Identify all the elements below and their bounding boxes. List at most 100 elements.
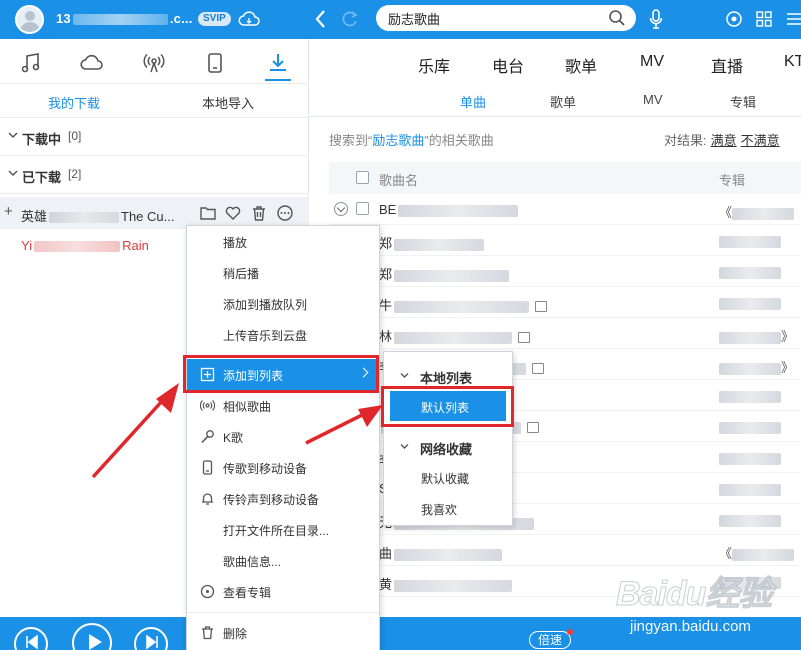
feedback-satisfied-link[interactable]: 满意 <box>711 133 737 148</box>
menu-item-similar-songs[interactable]: 相似歌曲 <box>187 390 379 421</box>
back-icon[interactable] <box>312 8 330 30</box>
section-downloaded[interactable]: 已下载 [2] <box>0 156 309 194</box>
table-row[interactable]: 郑 <box>329 256 801 287</box>
context-menu: 播放 稍后播 添加到播放队列 上传音乐到云盘 添加到列表 相似歌曲 K歌 传歌到… <box>186 225 380 650</box>
cloud-icon[interactable] <box>80 51 104 75</box>
song-title-lead: 黄 <box>379 577 393 592</box>
menu-item-open-file-location[interactable]: 打开文件所在目录... <box>187 514 379 545</box>
submenu-item-my-likes[interactable]: 我喜欢 <box>384 493 512 523</box>
highlight-frame-default-list <box>381 386 514 427</box>
menu-icon[interactable] <box>784 9 801 29</box>
menu-item-song-info[interactable]: 歌曲信息... <box>187 545 379 576</box>
svip-badge[interactable]: SVIP <box>198 12 231 26</box>
menu-item-play[interactable]: 播放 <box>187 226 379 257</box>
album-cell[interactable]: 》 <box>719 357 794 376</box>
expand-row-icon[interactable] <box>334 202 348 216</box>
album-cell[interactable] <box>719 450 781 465</box>
song-title-lead: 郑 <box>379 236 393 251</box>
select-all-checkbox[interactable] <box>356 171 369 184</box>
top-bar: 13 .c... SVIP <box>0 0 801 39</box>
section-count: [0] <box>68 129 82 143</box>
blurred-text <box>719 483 781 496</box>
search-input[interactable] <box>388 9 598 27</box>
album-cell[interactable]: 《 <box>719 202 795 221</box>
table-row[interactable]: BE 《 <box>329 194 801 225</box>
radio-broadcast-icon[interactable] <box>142 51 166 75</box>
album-cell[interactable] <box>719 264 781 279</box>
mic-icon[interactable] <box>648 8 664 30</box>
album-cell[interactable]: 》 <box>719 326 794 345</box>
menu-item-label: 传铃声到移动设备 <box>223 493 320 507</box>
trash-icon[interactable] <box>250 204 268 222</box>
result-keyword: 励志歌曲 <box>372 133 425 148</box>
mv-icon[interactable] <box>535 301 548 313</box>
search-icon[interactable] <box>608 9 626 27</box>
section-downloading[interactable]: 下载中 [0] <box>0 118 309 156</box>
more-icon[interactable] <box>276 204 294 222</box>
folder-icon[interactable] <box>199 204 217 222</box>
row-checkbox[interactable] <box>356 202 369 215</box>
album-cell[interactable]: 《 <box>719 543 795 562</box>
menu-item-upload-to-cloud[interactable]: 上传音乐到云盘 <box>187 319 379 350</box>
mv-icon[interactable] <box>532 363 545 375</box>
subtab-mv[interactable]: MV <box>643 92 663 107</box>
subtab-songs[interactable]: 单曲 <box>460 92 486 111</box>
tab-playlists[interactable]: 歌单 <box>565 53 597 77</box>
submenu-group-online-favorites[interactable]: 网络收藏 <box>384 431 512 461</box>
tab-ktv[interactable]: KT <box>784 53 801 71</box>
download-icon[interactable] <box>266 51 290 75</box>
table-row[interactable]: 林》 <box>329 318 801 349</box>
menu-item-view-album[interactable]: 查看专辑 <box>187 576 379 607</box>
menu-item-karaoke[interactable]: K歌 <box>187 421 379 452</box>
song-title-prefix: Yi <box>21 238 33 253</box>
active-tab-indicator <box>265 79 291 81</box>
mv-icon[interactable] <box>518 332 531 344</box>
tab-live[interactable]: 直播 <box>711 53 743 77</box>
song-title-prefix: 英雄 <box>21 209 48 224</box>
menu-item-send-song-to-device[interactable]: 传歌到移动设备 <box>187 452 379 483</box>
album-cell[interactable] <box>719 481 781 496</box>
feedback-unsatisfied-link[interactable]: 不满意 <box>741 133 780 148</box>
cloud-sync-icon[interactable] <box>238 10 260 28</box>
next-button[interactable] <box>134 627 168 650</box>
menu-item-add-to-queue[interactable]: 添加到播放队列 <box>187 288 379 319</box>
record-icon[interactable] <box>724 9 744 29</box>
tab-mv[interactable]: MV <box>640 53 664 71</box>
add-icon[interactable]: + <box>4 204 13 219</box>
blurred-text <box>719 331 781 344</box>
menu-item-delete[interactable]: 删除 <box>187 617 379 648</box>
tab-library[interactable]: 乐库 <box>418 53 450 77</box>
album-cell[interactable] <box>719 233 781 248</box>
mobile-device-icon[interactable] <box>203 51 227 75</box>
table-row[interactable]: 郑 <box>329 225 801 256</box>
play-button[interactable] <box>72 623 112 650</box>
table-row[interactable]: 曲《 <box>329 535 801 566</box>
subtab-playlists[interactable]: 歌单 <box>550 92 576 111</box>
tab-local-import[interactable]: 本地导入 <box>202 93 254 112</box>
username[interactable]: 13 .c... <box>56 11 193 26</box>
previous-button[interactable] <box>14 627 48 650</box>
table-row[interactable]: 牛 <box>329 287 801 318</box>
song-title-lead: 牛 <box>379 298 393 313</box>
section-title: 已下载 <box>22 170 62 185</box>
album-cell[interactable] <box>719 388 781 403</box>
subtab-albums[interactable]: 专辑 <box>730 92 756 111</box>
column-album: 专辑 <box>719 173 746 188</box>
refresh-icon[interactable] <box>340 9 360 29</box>
submenu-item-default-favorites[interactable]: 默认收藏 <box>384 462 512 492</box>
music-note-icon[interactable] <box>19 51 43 75</box>
tab-my-downloads[interactable]: 我的下载 <box>48 93 100 112</box>
album-cell[interactable] <box>719 419 781 434</box>
apps-grid-icon[interactable] <box>754 9 774 29</box>
blurred-text <box>732 548 795 561</box>
tab-radio[interactable]: 电台 <box>492 53 524 77</box>
mv-icon[interactable] <box>527 422 539 434</box>
album-cell[interactable] <box>719 295 781 310</box>
playback-speed-button[interactable]: 倍速 <box>529 629 574 649</box>
avatar[interactable] <box>15 5 44 34</box>
heart-icon[interactable] <box>224 204 242 222</box>
username-suffix: .c... <box>169 11 193 26</box>
menu-item-play-later[interactable]: 稍后播 <box>187 257 379 288</box>
menu-item-send-ringtone-to-device[interactable]: 传铃声到移动设备 <box>187 483 379 514</box>
album-cell[interactable] <box>719 512 781 527</box>
